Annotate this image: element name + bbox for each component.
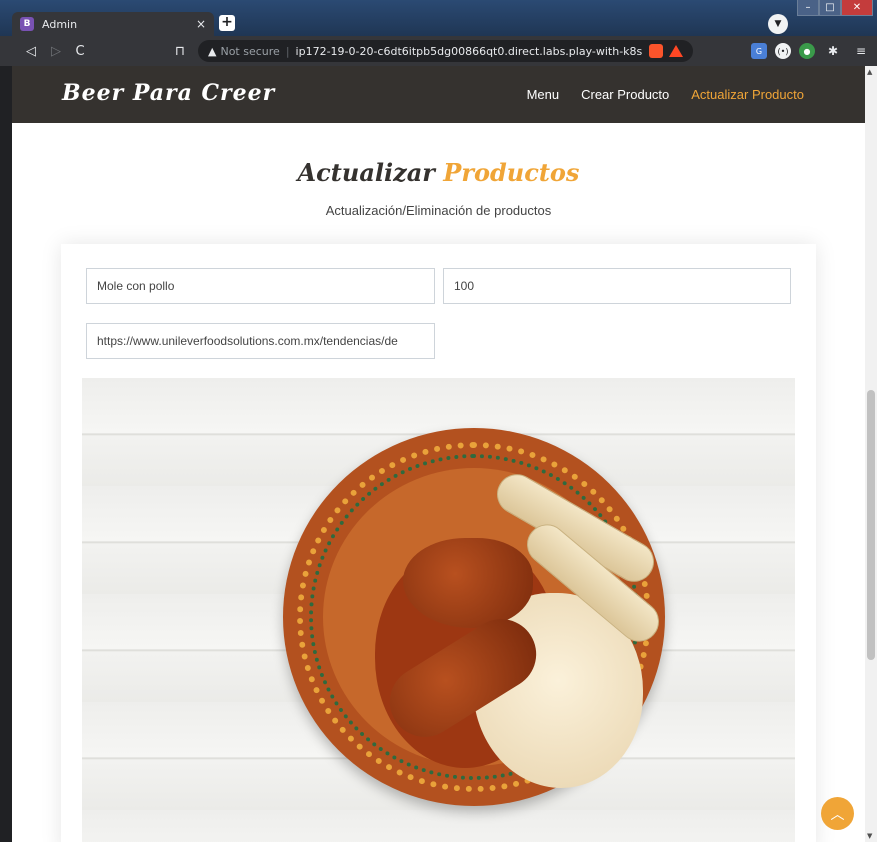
site-navbar: Beer Para Creer Menu Crear Producto Actu… (12, 66, 865, 123)
scroll-up-icon[interactable]: ▲ (867, 68, 872, 76)
browser-window: B Admin × + ▼ – □ ✕ ◁ ▷ C ⊓ ▲ Not secure… (0, 0, 877, 842)
plate-graphic (283, 428, 668, 806)
brave-rewards-icon[interactable] (669, 45, 683, 57)
extension-icon[interactable]: (•) (775, 43, 791, 59)
page-scrollbar[interactable]: ▲ ▼ (865, 66, 877, 842)
warning-icon: ▲ (208, 44, 217, 58)
product-image (82, 378, 795, 842)
browser-toolbar: ◁ ▷ C ⊓ ▲ Not secure | ip172-19-0-20-c6d… (0, 36, 877, 66)
page-title-main: Actualizar (297, 158, 435, 187)
product-name-input[interactable]: Mole con pollo (86, 268, 435, 304)
tab-search-icon[interactable]: ▼ (768, 14, 788, 34)
reload-icon[interactable]: C (71, 42, 89, 60)
scrollbar-thumb[interactable] (867, 390, 875, 660)
address-bar[interactable]: ▲ Not secure | ip172-19-0-20-c6dt6itpb5d… (198, 40, 693, 62)
new-tab-button[interactable]: + (219, 15, 235, 31)
tab-title: Admin (42, 17, 78, 31)
bookmark-icon[interactable]: ⊓ (171, 42, 189, 60)
scroll-down-icon[interactable]: ▼ (867, 832, 872, 840)
browser-menu-icon[interactable]: ≡ (853, 43, 869, 59)
address-separator: | (285, 44, 290, 58)
brave-shields-icon[interactable] (649, 44, 663, 58)
forward-icon[interactable]: ▷ (47, 42, 65, 60)
nav-link-crear-producto[interactable]: Crear Producto (581, 87, 669, 102)
back-to-top-button[interactable]: ︿ (821, 797, 854, 830)
chevron-up-icon: ︿ (830, 806, 845, 823)
page-title: Actualizar Productos (12, 158, 865, 187)
product-price-input[interactable]: 100 (443, 268, 791, 304)
product-form-card: Mole con pollo 100 https://www.unileverf… (61, 244, 816, 842)
nav-link-menu[interactable]: Menu (527, 87, 560, 102)
window-close-button[interactable]: ✕ (841, 0, 873, 16)
page-title-accent: Productos (443, 158, 580, 187)
back-icon[interactable]: ◁ (22, 42, 40, 60)
not-secure-label[interactable]: Not secure (220, 45, 279, 58)
nav-link-actualizar-producto[interactable]: Actualizar Producto (691, 87, 804, 102)
page-viewport: Beer Para Creer Menu Crear Producto Actu… (12, 66, 865, 842)
extension-green-icon[interactable]: ● (799, 43, 815, 59)
product-image-url-input[interactable]: https://www.unileverfoodsolutions.com.mx… (86, 323, 435, 359)
page-subtitle: Actualización/Eliminación de productos (325, 203, 552, 218)
nav-links: Menu Crear Producto Actualizar Producto (527, 87, 804, 102)
title-bar: B Admin × + ▼ – □ ✕ (0, 0, 877, 36)
extensions-puzzle-icon[interactable]: ✱ (825, 43, 841, 59)
translate-extension-icon[interactable]: G (751, 43, 767, 59)
site-logo[interactable]: Beer Para Creer (62, 80, 275, 106)
window-maximize-button[interactable]: □ (819, 0, 841, 16)
window-minimize-button[interactable]: – (797, 0, 819, 16)
tab-favicon-icon: B (20, 17, 34, 31)
browser-tab[interactable]: B Admin × (12, 12, 214, 36)
tab-close-icon[interactable]: × (196, 17, 206, 31)
url-text[interactable]: ip172-19-0-20-c6dt6itpb5dg00866qt0.direc… (296, 45, 643, 58)
